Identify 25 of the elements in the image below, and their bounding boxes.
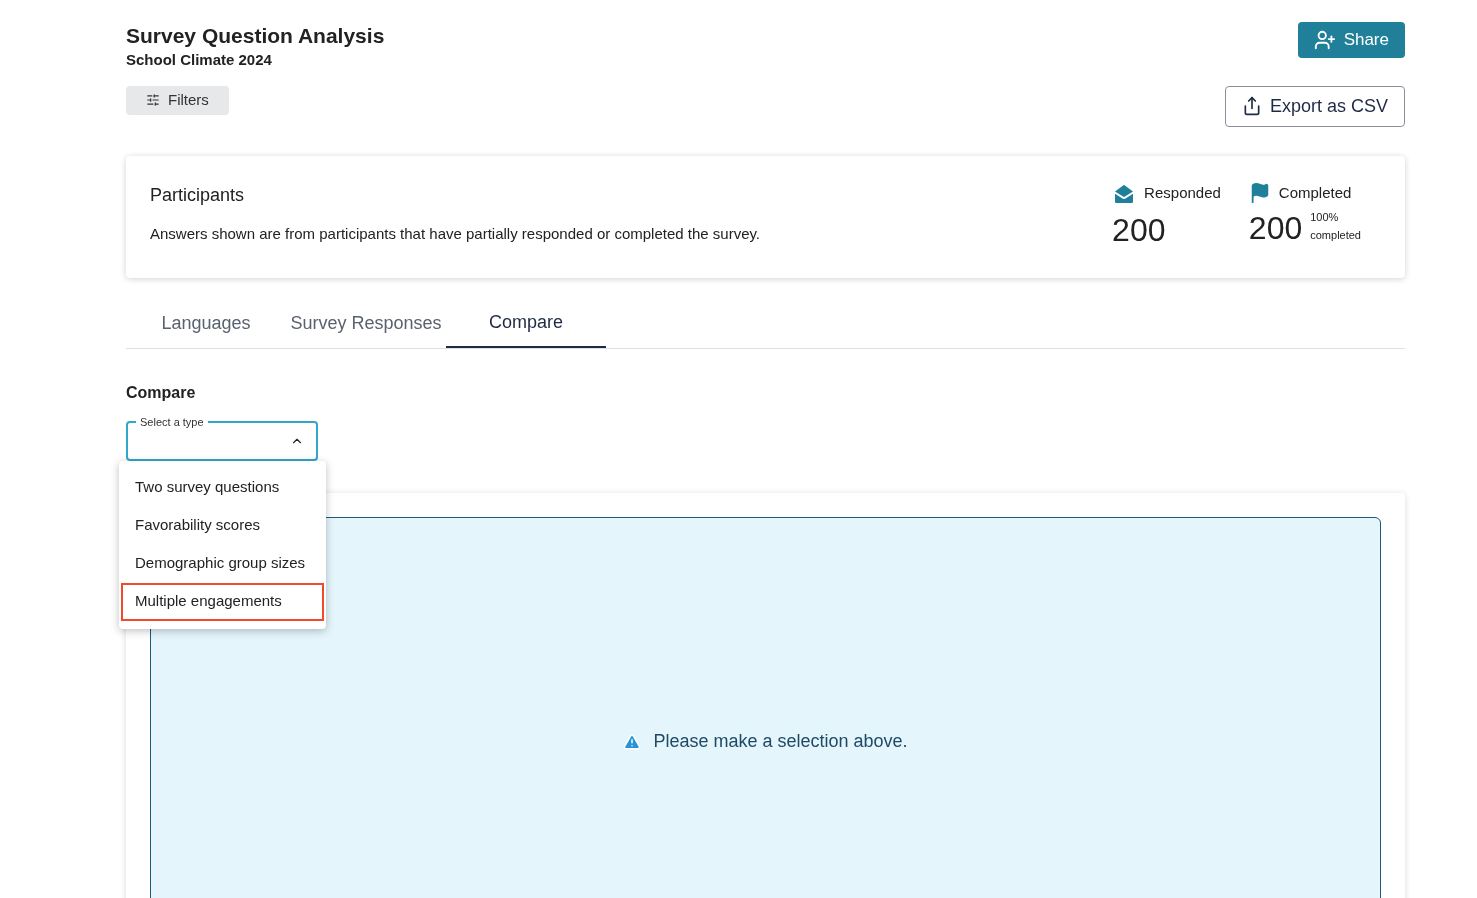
sliders-icon xyxy=(146,93,160,107)
card-description: Answers shown are from participants that have partially responded or completed the survey. xyxy=(150,223,761,244)
add-user-icon xyxy=(1313,29,1336,51)
dropdown-option[interactable]: Multiple engagements xyxy=(121,582,324,621)
export-button[interactable]: Export as CSV xyxy=(1224,85,1405,127)
warning-icon xyxy=(623,732,642,751)
stat-note: completed xyxy=(1310,228,1361,243)
stat-note: 100% xyxy=(1310,210,1340,225)
stat-value: 200 xyxy=(1112,210,1166,250)
dropdown-option[interactable]: Demographic group sizes xyxy=(121,544,324,583)
tab[interactable]: Survey Responses xyxy=(286,299,446,348)
page-title: Survey Question Analysis xyxy=(126,23,385,49)
stat-label: Responded xyxy=(1144,183,1221,204)
tab[interactable]: Compare xyxy=(446,299,606,348)
page-subtitle: School Climate 2024 xyxy=(126,50,273,70)
stat-label: Completed xyxy=(1278,182,1352,203)
tab[interactable]: Languages xyxy=(126,299,286,348)
dropdown-option[interactable]: Favorability scores xyxy=(121,506,324,545)
stat-value: 200 xyxy=(1248,209,1303,248)
dropdown-option[interactable]: Two survey questions xyxy=(121,468,324,507)
section-heading: Compare xyxy=(126,382,197,403)
filters-button[interactable]: Filters xyxy=(126,85,229,115)
share-button[interactable]: Share xyxy=(1297,22,1405,58)
empty-state-message: Please make a selection above. xyxy=(653,730,908,753)
card-title: Participants xyxy=(150,183,246,207)
